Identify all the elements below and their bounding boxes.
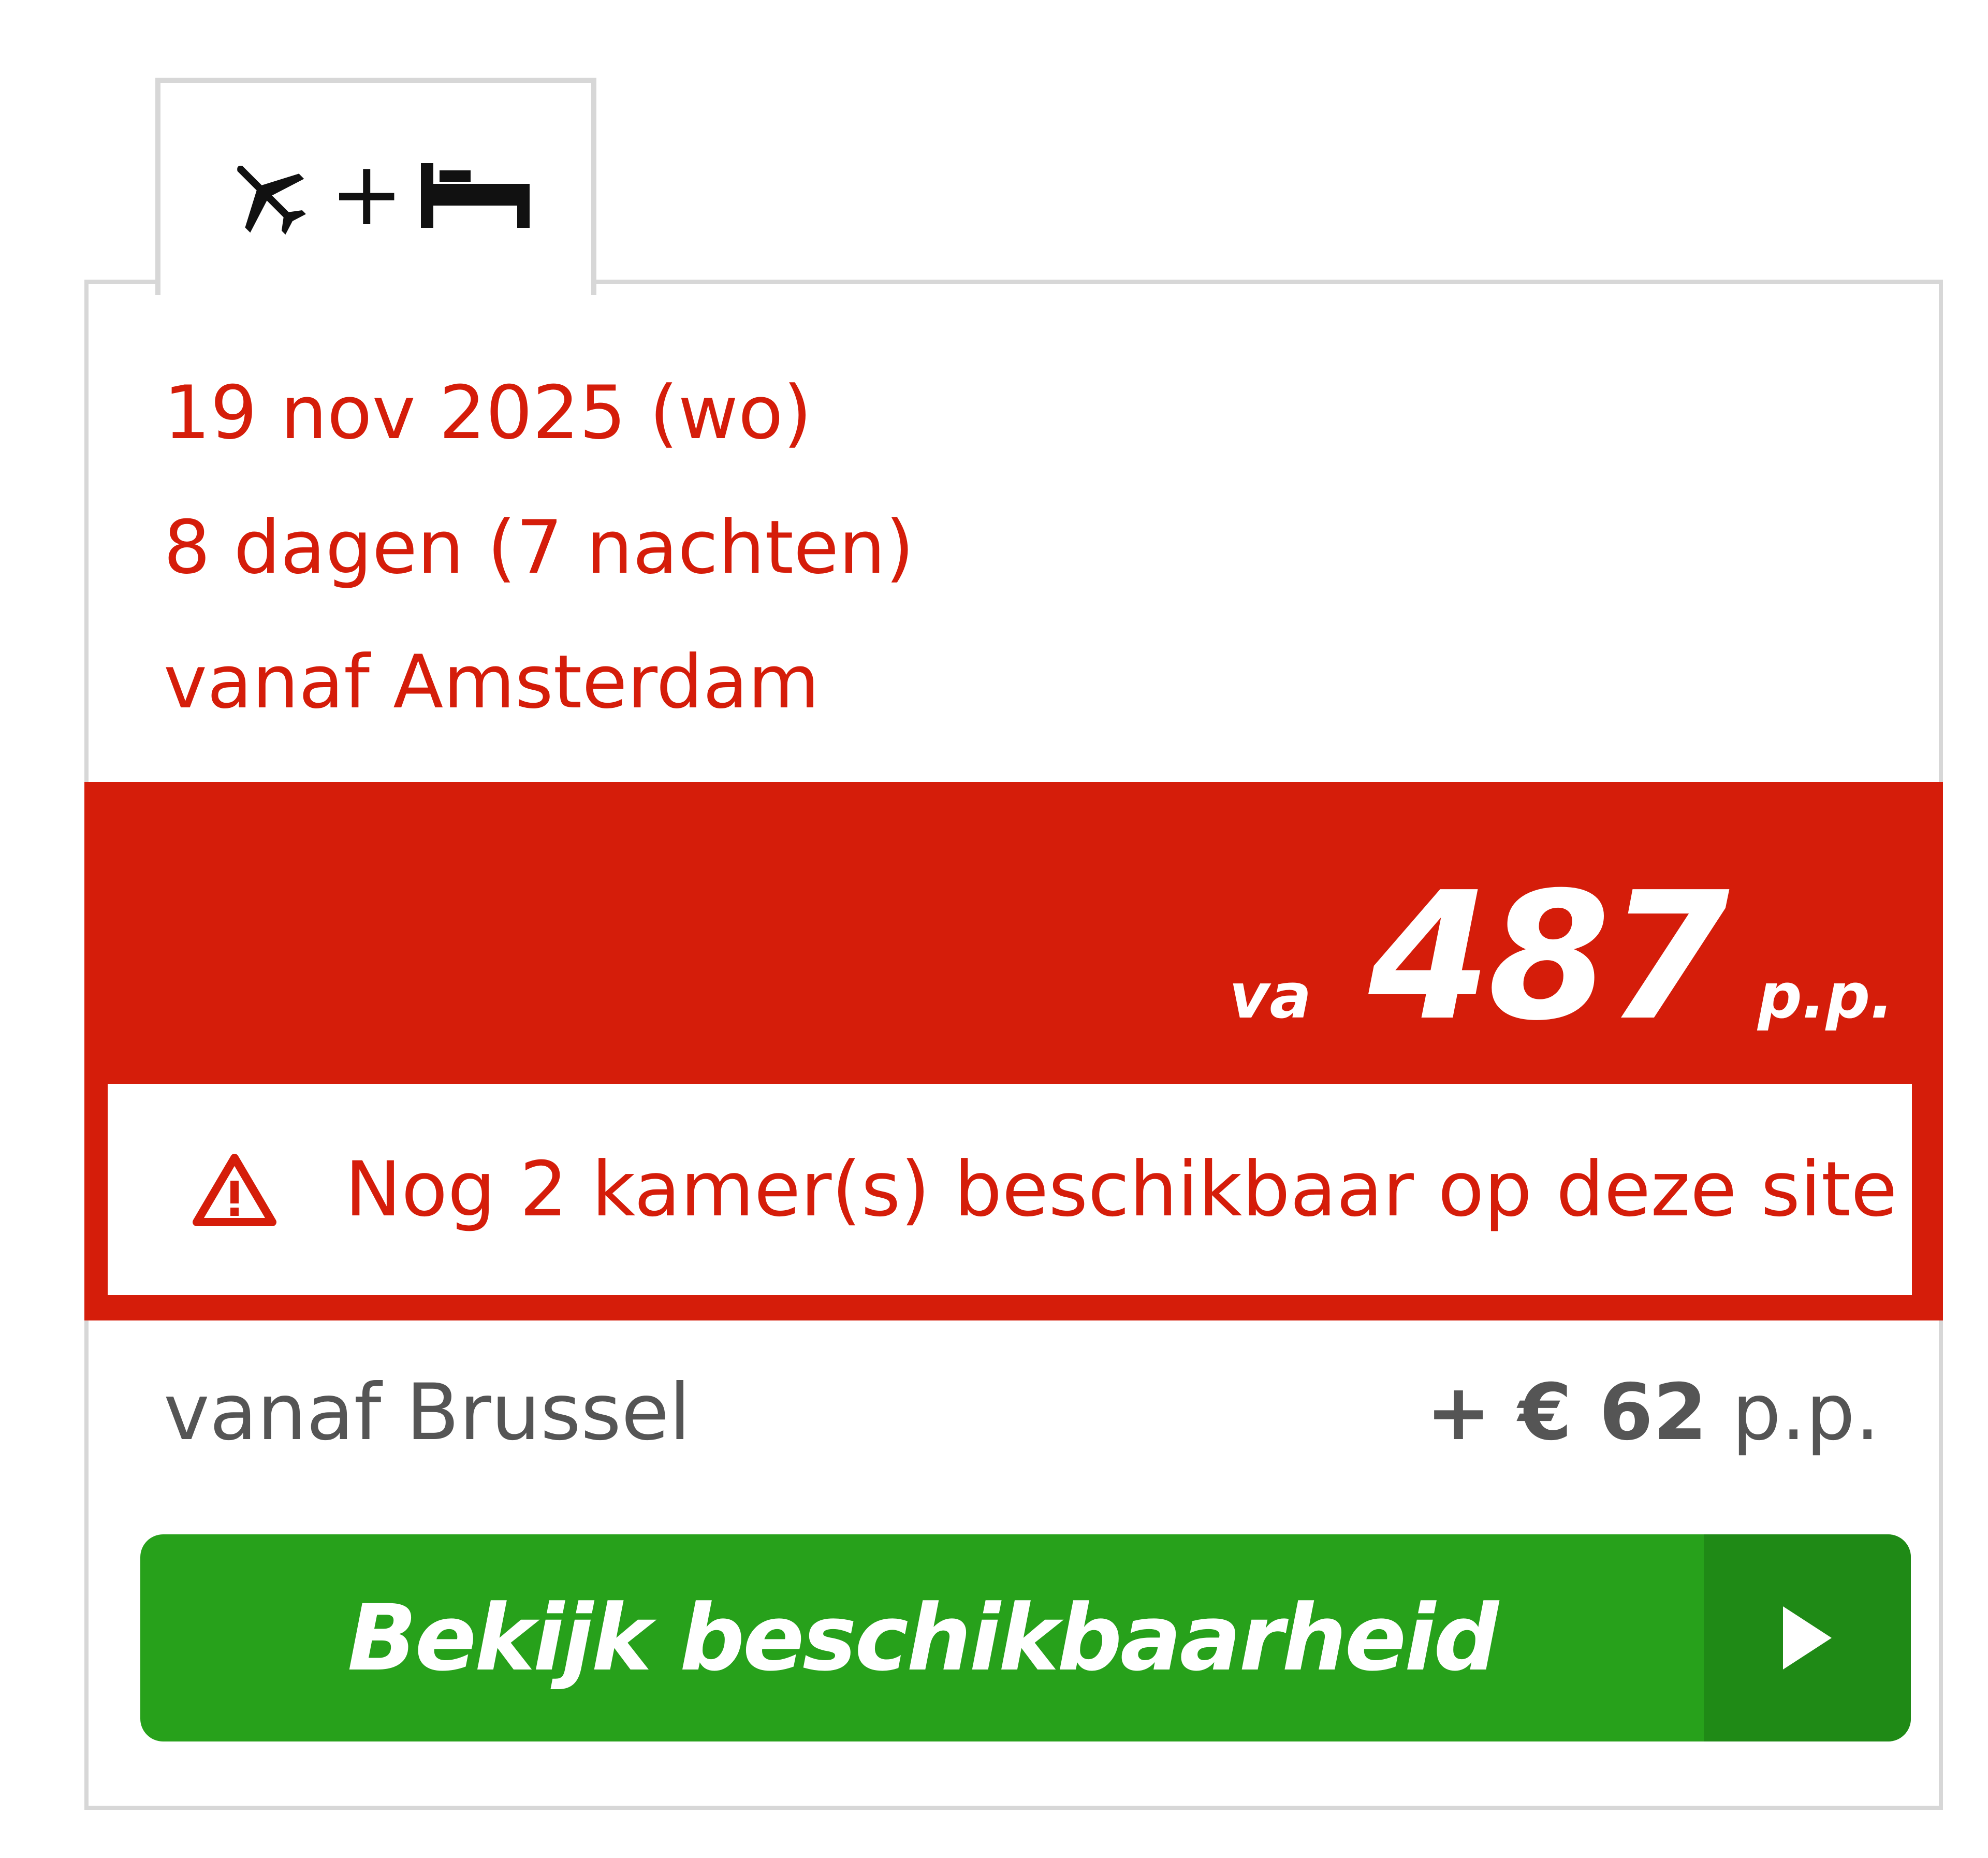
- warning-icon: [193, 1154, 276, 1226]
- availability-notice: Nog 2 kamer(s) beschikbaar op deze site: [108, 1084, 1912, 1295]
- cta-arrow-box[interactable]: [1704, 1534, 1911, 1741]
- alternative-departure-label: vanaf Brussel: [164, 1368, 691, 1458]
- trip-departure: vanaf Amsterdam: [164, 640, 820, 725]
- price-prefix: va: [1229, 961, 1312, 1033]
- availability-text: Nog 2 kamer(s) beschikbaar op deze site: [345, 1145, 1897, 1233]
- chevron-right-icon: [1783, 1606, 1832, 1670]
- trip-date: 19 nov 2025 (wo): [164, 370, 812, 456]
- alternative-surcharge: + € 62 p.p.: [1426, 1368, 1880, 1458]
- tab-icons: +: [222, 150, 530, 241]
- surcharge-amount: + € 62: [1426, 1368, 1707, 1458]
- price-amount: 487: [1368, 854, 1730, 1059]
- price: va 487 p.p.: [1229, 854, 1894, 1059]
- alternative-departure: vanaf Brussel + € 62 p.p.: [164, 1351, 1880, 1475]
- check-availability-button[interactable]: Bekijk beschikbaarheid: [140, 1534, 1911, 1741]
- trip-info: 19 nov 2025 (wo) 8 dagen (7 nachten) van…: [164, 346, 914, 750]
- offer-card: 19 nov 2025 (wo) 8 dagen (7 nachten) van…: [84, 280, 1943, 1810]
- tab-plus-sign: +: [330, 142, 404, 245]
- tab-flight-hotel[interactable]: +: [155, 78, 596, 295]
- price-band: va 487 p.p. Nog 2 kamer(s) beschikbaar o…: [84, 782, 1943, 1320]
- price-suffix: p.p.: [1758, 961, 1894, 1033]
- plane-icon: [237, 166, 306, 235]
- check-availability-label: Bekijk beschikbaarheid: [347, 1585, 1499, 1691]
- surcharge-suffix: p.p.: [1732, 1368, 1880, 1458]
- trip-duration: 8 dagen (7 nachten): [164, 505, 914, 590]
- bed-icon: [421, 163, 530, 228]
